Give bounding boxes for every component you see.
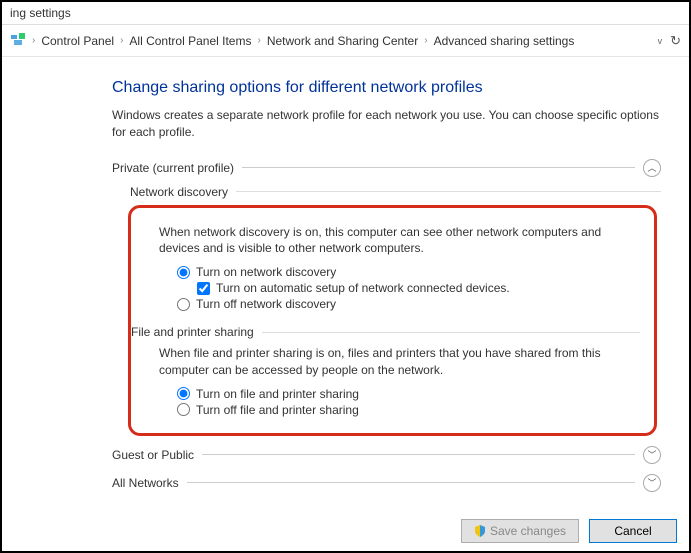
chevron-right-icon: › <box>257 35 260 46</box>
chevron-down-icon[interactable]: ﹀ <box>643 446 661 464</box>
section-all-header[interactable]: All Networks ﹀ <box>112 474 661 492</box>
file-printer-desc: When file and printer sharing is on, fil… <box>159 345 640 379</box>
file-printer-header: File and printer sharing <box>131 325 640 339</box>
chevron-up-icon[interactable]: ︿ <box>643 159 661 177</box>
refresh-icon[interactable]: ↻ <box>670 33 681 49</box>
radio-nd-on-label[interactable]: Turn on network discovery <box>196 265 336 279</box>
chevron-right-icon: › <box>32 35 35 46</box>
radio-fp-off-label[interactable]: Turn off file and printer sharing <box>196 403 359 417</box>
chevron-right-icon: › <box>120 35 123 46</box>
radio-nd-off[interactable] <box>177 298 190 311</box>
page-title: Change sharing options for different net… <box>112 79 661 97</box>
shield-icon <box>474 525 486 537</box>
window-title-fragment: ing settings <box>2 2 689 25</box>
radio-fp-off[interactable] <box>177 403 190 416</box>
network-discovery-label: Network discovery <box>130 185 228 199</box>
save-changes-label: Save changes <box>490 524 566 538</box>
radio-nd-on[interactable] <box>177 266 190 279</box>
network-discovery-header: Network discovery <box>130 185 661 199</box>
save-changes-button[interactable]: Save changes <box>461 519 579 543</box>
control-panel-icon <box>10 31 26 50</box>
breadcrumb-all-items[interactable]: All Control Panel Items <box>129 34 251 48</box>
breadcrumb: › Control Panel › All Control Panel Item… <box>32 34 652 48</box>
page-subtitle: Windows creates a separate network profi… <box>112 107 661 141</box>
breadcrumb-bar: › Control Panel › All Control Panel Item… <box>2 25 689 57</box>
breadcrumb-advanced-sharing[interactable]: Advanced sharing settings <box>434 34 575 48</box>
checkbox-auto-setup-label[interactable]: Turn on automatic setup of network conne… <box>216 281 510 295</box>
chevron-down-icon[interactable]: ﹀ <box>643 474 661 492</box>
radio-fp-on[interactable] <box>177 387 190 400</box>
section-private-header[interactable]: Private (current profile) ︿ <box>112 159 661 177</box>
section-all-label: All Networks <box>112 476 179 490</box>
checkbox-auto-setup[interactable] <box>197 282 210 295</box>
section-guest-label: Guest or Public <box>112 448 194 462</box>
main-content: Change sharing options for different net… <box>2 57 689 492</box>
network-discovery-desc: When network discovery is on, this compu… <box>159 224 640 258</box>
section-guest-header[interactable]: Guest or Public ﹀ <box>112 446 661 464</box>
breadcrumb-control-panel[interactable]: Control Panel <box>41 34 114 48</box>
breadcrumb-network-sharing[interactable]: Network and Sharing Center <box>267 34 418 48</box>
cancel-label: Cancel <box>614 524 651 538</box>
chevron-right-icon: › <box>424 35 427 46</box>
breadcrumb-dropdown-icon[interactable]: v <box>658 36 663 46</box>
cancel-button[interactable]: Cancel <box>589 519 677 543</box>
highlighted-settings-box: When network discovery is on, this compu… <box>128 205 657 436</box>
radio-fp-on-label[interactable]: Turn on file and printer sharing <box>196 387 359 401</box>
section-private-label: Private (current profile) <box>112 161 234 175</box>
file-printer-label: File and printer sharing <box>131 325 254 339</box>
radio-nd-off-label[interactable]: Turn off network discovery <box>196 297 336 311</box>
footer-buttons: Save changes Cancel <box>461 519 677 543</box>
